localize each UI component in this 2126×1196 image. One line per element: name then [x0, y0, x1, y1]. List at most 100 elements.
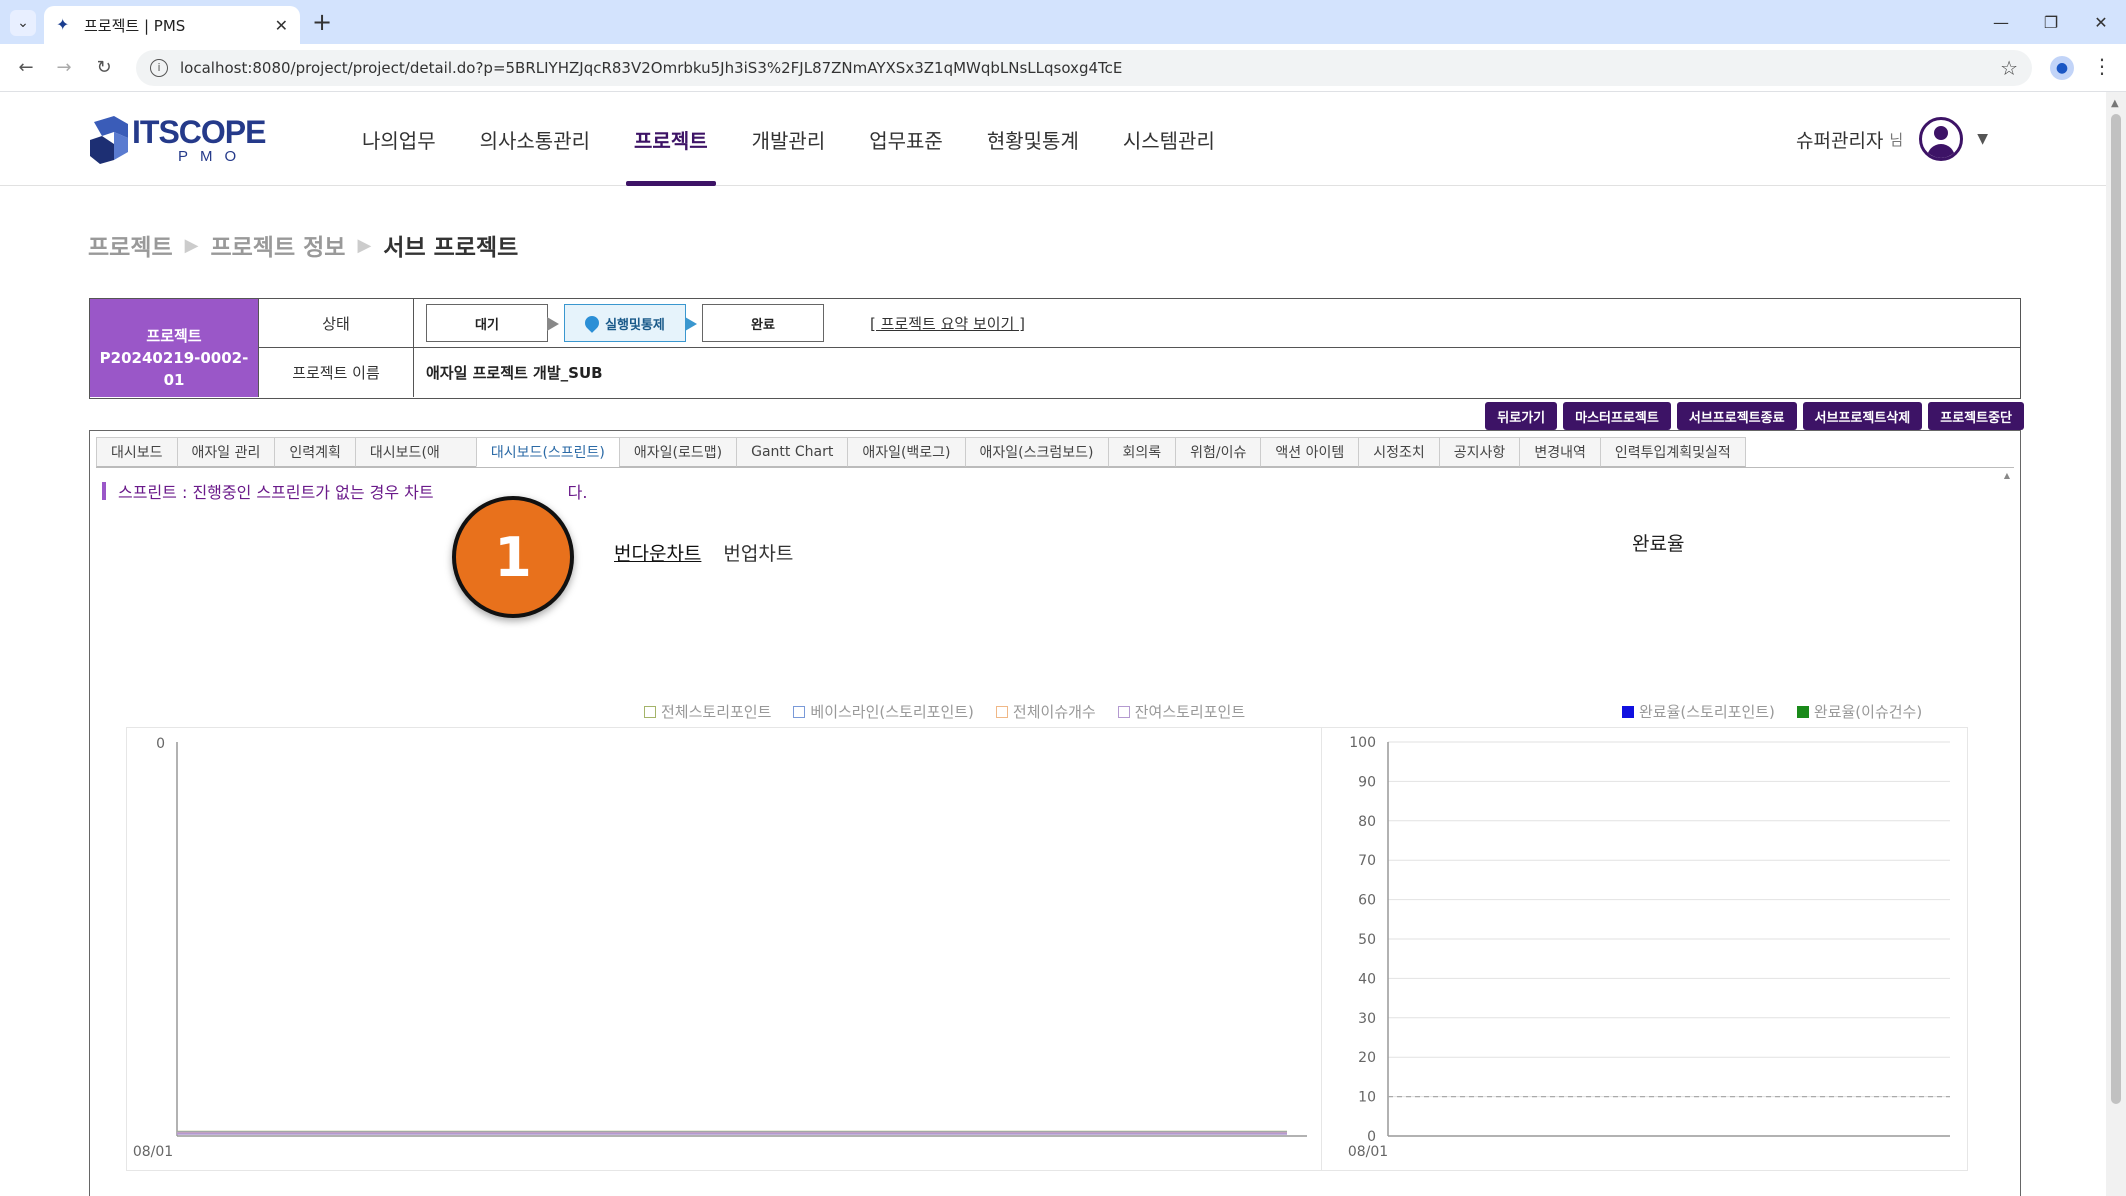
tab-staffing-plan[interactable]: 인력계획 — [274, 437, 356, 467]
legend-swatch — [1622, 705, 1634, 718]
close-subproject-button[interactable]: 서브프로젝트종료 — [1676, 402, 1797, 430]
nav-item-my-work[interactable]: 나의업무 — [340, 92, 458, 186]
legend-entry[interactable]: 완료율(이슈건수) — [1796, 701, 1922, 722]
burndown-chart-toggle[interactable]: 번다운차트 — [614, 539, 701, 566]
minimize-icon[interactable]: — — [1976, 0, 2026, 44]
status-row: 상태 대기 실행및통제 완료 [ 프로젝트 요약 보이기 ] — [258, 299, 2020, 348]
profile-icon[interactable]: ● — [2050, 56, 2074, 80]
y-tick-label: 70 — [1358, 853, 1376, 869]
y-tick-label: 10 — [1358, 1090, 1376, 1106]
master-project-button[interactable]: 마스터프로젝트 — [1563, 402, 1671, 430]
delete-subproject-button[interactable]: 서브프로젝트삭제 — [1802, 402, 1923, 430]
tab-agile-scrumboard[interactable]: 애자일(스크럼보드) — [964, 437, 1109, 467]
burndown-chart: 0 08/01 — [133, 736, 1307, 1160]
tab-dashboard-agile[interactable]: 대시보드(애 — [354, 437, 477, 467]
url-text: localhost:8080/project/project/detail.do… — [180, 59, 1123, 77]
stop-project-button[interactable]: 프로젝트중단 — [1928, 402, 2024, 430]
legend-entry[interactable]: 잔여스토리포인트 — [1117, 701, 1246, 722]
tab-action-items[interactable]: 액션 아이템 — [1260, 437, 1360, 467]
burnup-chart-toggle[interactable]: 번업차트 — [723, 539, 793, 566]
bookmark-star-icon[interactable]: ☆ — [2000, 56, 2018, 80]
browser-menu-icon[interactable]: ⋮ — [2092, 54, 2112, 78]
project-info-table: 프로젝트 P20240219-0002-01 상태 대기 실행및통제 완료 [ … — [89, 298, 2021, 399]
nav-item-communication[interactable]: 의사소통관리 — [458, 92, 612, 186]
tab-notices[interactable]: 공지사항 — [1438, 437, 1521, 467]
caret-down-icon[interactable]: ▼ — [1977, 131, 1988, 147]
avatar-icon[interactable] — [1919, 117, 1964, 161]
page-scrollbar[interactable]: ▲ — [2106, 92, 2126, 1196]
tab-agile-roadmap[interactable]: 애자일(로드맵) — [618, 437, 738, 467]
y-tick-label: 20 — [1358, 1050, 1376, 1066]
project-summary-link[interactable]: [ 프로젝트 요약 보이기 ] — [870, 313, 1025, 334]
breadcrumb-item[interactable]: 프로젝트 — [88, 228, 173, 262]
y-tick-label: 80 — [1358, 814, 1376, 830]
notice-text-end: 다. — [567, 483, 588, 502]
tab-agile-backlog[interactable]: 애자일(백로그) — [847, 437, 966, 467]
tab-agile-management[interactable]: 애자일 관리 — [176, 437, 276, 467]
completion-rate-title: 완료율 — [1632, 533, 1685, 555]
breadcrumb-separator-icon: ▶ — [184, 234, 199, 256]
dashboard-panel: 대시보드 애자일 관리 인력계획 대시보드(애 대시보드(스프린트) 애자일(로… — [89, 430, 2021, 1196]
tab-dashboard-sprint[interactable]: 대시보드(스프린트) — [475, 437, 620, 467]
nav-item-standards[interactable]: 업무표준 — [847, 92, 965, 186]
panel-scroll-up-icon[interactable]: ▲ — [2004, 471, 2010, 480]
nav-item-development[interactable]: 개발관리 — [730, 92, 848, 186]
legend-entry[interactable]: 완료율(스토리포인트) — [1622, 701, 1775, 722]
new-tab-icon[interactable]: + — [312, 8, 332, 36]
restore-icon[interactable]: ❐ — [2026, 0, 2076, 44]
tab-staffing-results[interactable]: 인력투입계획및실적 — [1599, 437, 1746, 467]
close-window-icon[interactable]: ✕ — [2076, 0, 2126, 44]
tab-search-dropdown[interactable]: ⌄ — [10, 10, 36, 36]
user-suffix: 님 — [1889, 130, 1904, 149]
scrollbar-thumb[interactable] — [2111, 114, 2121, 1104]
scroll-up-arrow-icon[interactable]: ▲ — [2111, 98, 2119, 109]
nav-item-project[interactable]: 프로젝트 — [612, 92, 730, 186]
completion-legend: 완료율(스토리포인트) 완료율(이슈건수) — [1622, 701, 1944, 722]
tab-risk-issue[interactable]: 위험/이슈 — [1175, 437, 1262, 467]
forward-icon[interactable]: → — [52, 56, 76, 80]
browser-tabstrip: ⌄ ✦ 프로젝트 | PMS ✕ + — ❐ ✕ — [0, 0, 2126, 44]
location-pin-icon — [582, 313, 602, 333]
legend-label: 완료율(스토리포인트) — [1639, 703, 1775, 721]
breadcrumb-item[interactable]: 프로젝트 정보 — [210, 228, 345, 262]
back-icon[interactable]: ← — [14, 56, 38, 80]
tab-corrective-action[interactable]: 시정조치 — [1358, 437, 1440, 467]
status-step-label: 완료 — [751, 317, 775, 333]
status-step-complete: 완료 — [702, 304, 824, 342]
tab-gantt-chart[interactable]: Gantt Chart — [736, 437, 849, 467]
burndown-chart-frame: 0 08/01 — [126, 727, 1322, 1171]
step-number-badge: 1 — [452, 496, 574, 618]
site-info-icon[interactable]: i — [150, 59, 168, 77]
user-name: 슈퍼관리자 — [1796, 129, 1884, 152]
browser-tab[interactable]: ✦ 프로젝트 | PMS ✕ — [44, 6, 300, 44]
legend-entry[interactable]: 전체스토리포인트 — [644, 701, 771, 722]
chart-switch: 번다운차트 번업차트 — [614, 539, 815, 566]
tab-dashboard[interactable]: 대시보드 — [96, 437, 178, 467]
x-tick-label: 08/01 — [133, 1144, 173, 1160]
legend-label: 전체이슈개수 — [1012, 703, 1096, 721]
close-tab-icon[interactable]: ✕ — [275, 16, 288, 35]
reload-icon[interactable]: ↻ — [92, 56, 116, 80]
status-step-waiting: 대기 — [426, 304, 559, 342]
tab-meeting-minutes[interactable]: 회의록 — [1107, 437, 1177, 467]
address-bar: ← → ↻ i localhost:8080/project/project/d… — [0, 44, 2126, 92]
legend-label: 잔여스토리포인트 — [1134, 703, 1246, 721]
project-id-cell: 프로젝트 P20240219-0002-01 — [90, 299, 258, 397]
status-step-executing: 실행및통제 — [564, 304, 697, 342]
completion-rate-chart: 0 10 20 30 40 50 60 70 80 90 100 08/01 — [1348, 735, 1950, 1160]
tab-change-history[interactable]: 변경내역 — [1519, 437, 1601, 467]
legend-entry[interactable]: 전체이슈개수 — [995, 701, 1096, 722]
url-field[interactable]: i localhost:8080/project/project/detail.… — [136, 50, 2032, 86]
nav-item-system[interactable]: 시스템관리 — [1101, 92, 1237, 186]
back-button[interactable]: 뒤로가기 — [1485, 402, 1558, 430]
y-tick-label: 90 — [1358, 774, 1376, 790]
logo[interactable]: ITSCOPE PMO — [88, 112, 266, 168]
status-label: 상태 — [258, 299, 414, 347]
nav-item-statistics[interactable]: 현황및통계 — [965, 92, 1101, 186]
user-menu[interactable]: 슈퍼관리자 님 ▼ — [1796, 116, 1988, 162]
legend-swatch — [793, 705, 806, 718]
site-favicon-icon: ✦ — [56, 15, 70, 34]
legend-entry[interactable]: 베이스라인(스토리포인트) — [793, 701, 974, 722]
project-name-label: 프로젝트 이름 — [258, 348, 414, 397]
completion-chart-frame: 0 10 20 30 40 50 60 70 80 90 100 08/01 — [1322, 727, 1968, 1171]
